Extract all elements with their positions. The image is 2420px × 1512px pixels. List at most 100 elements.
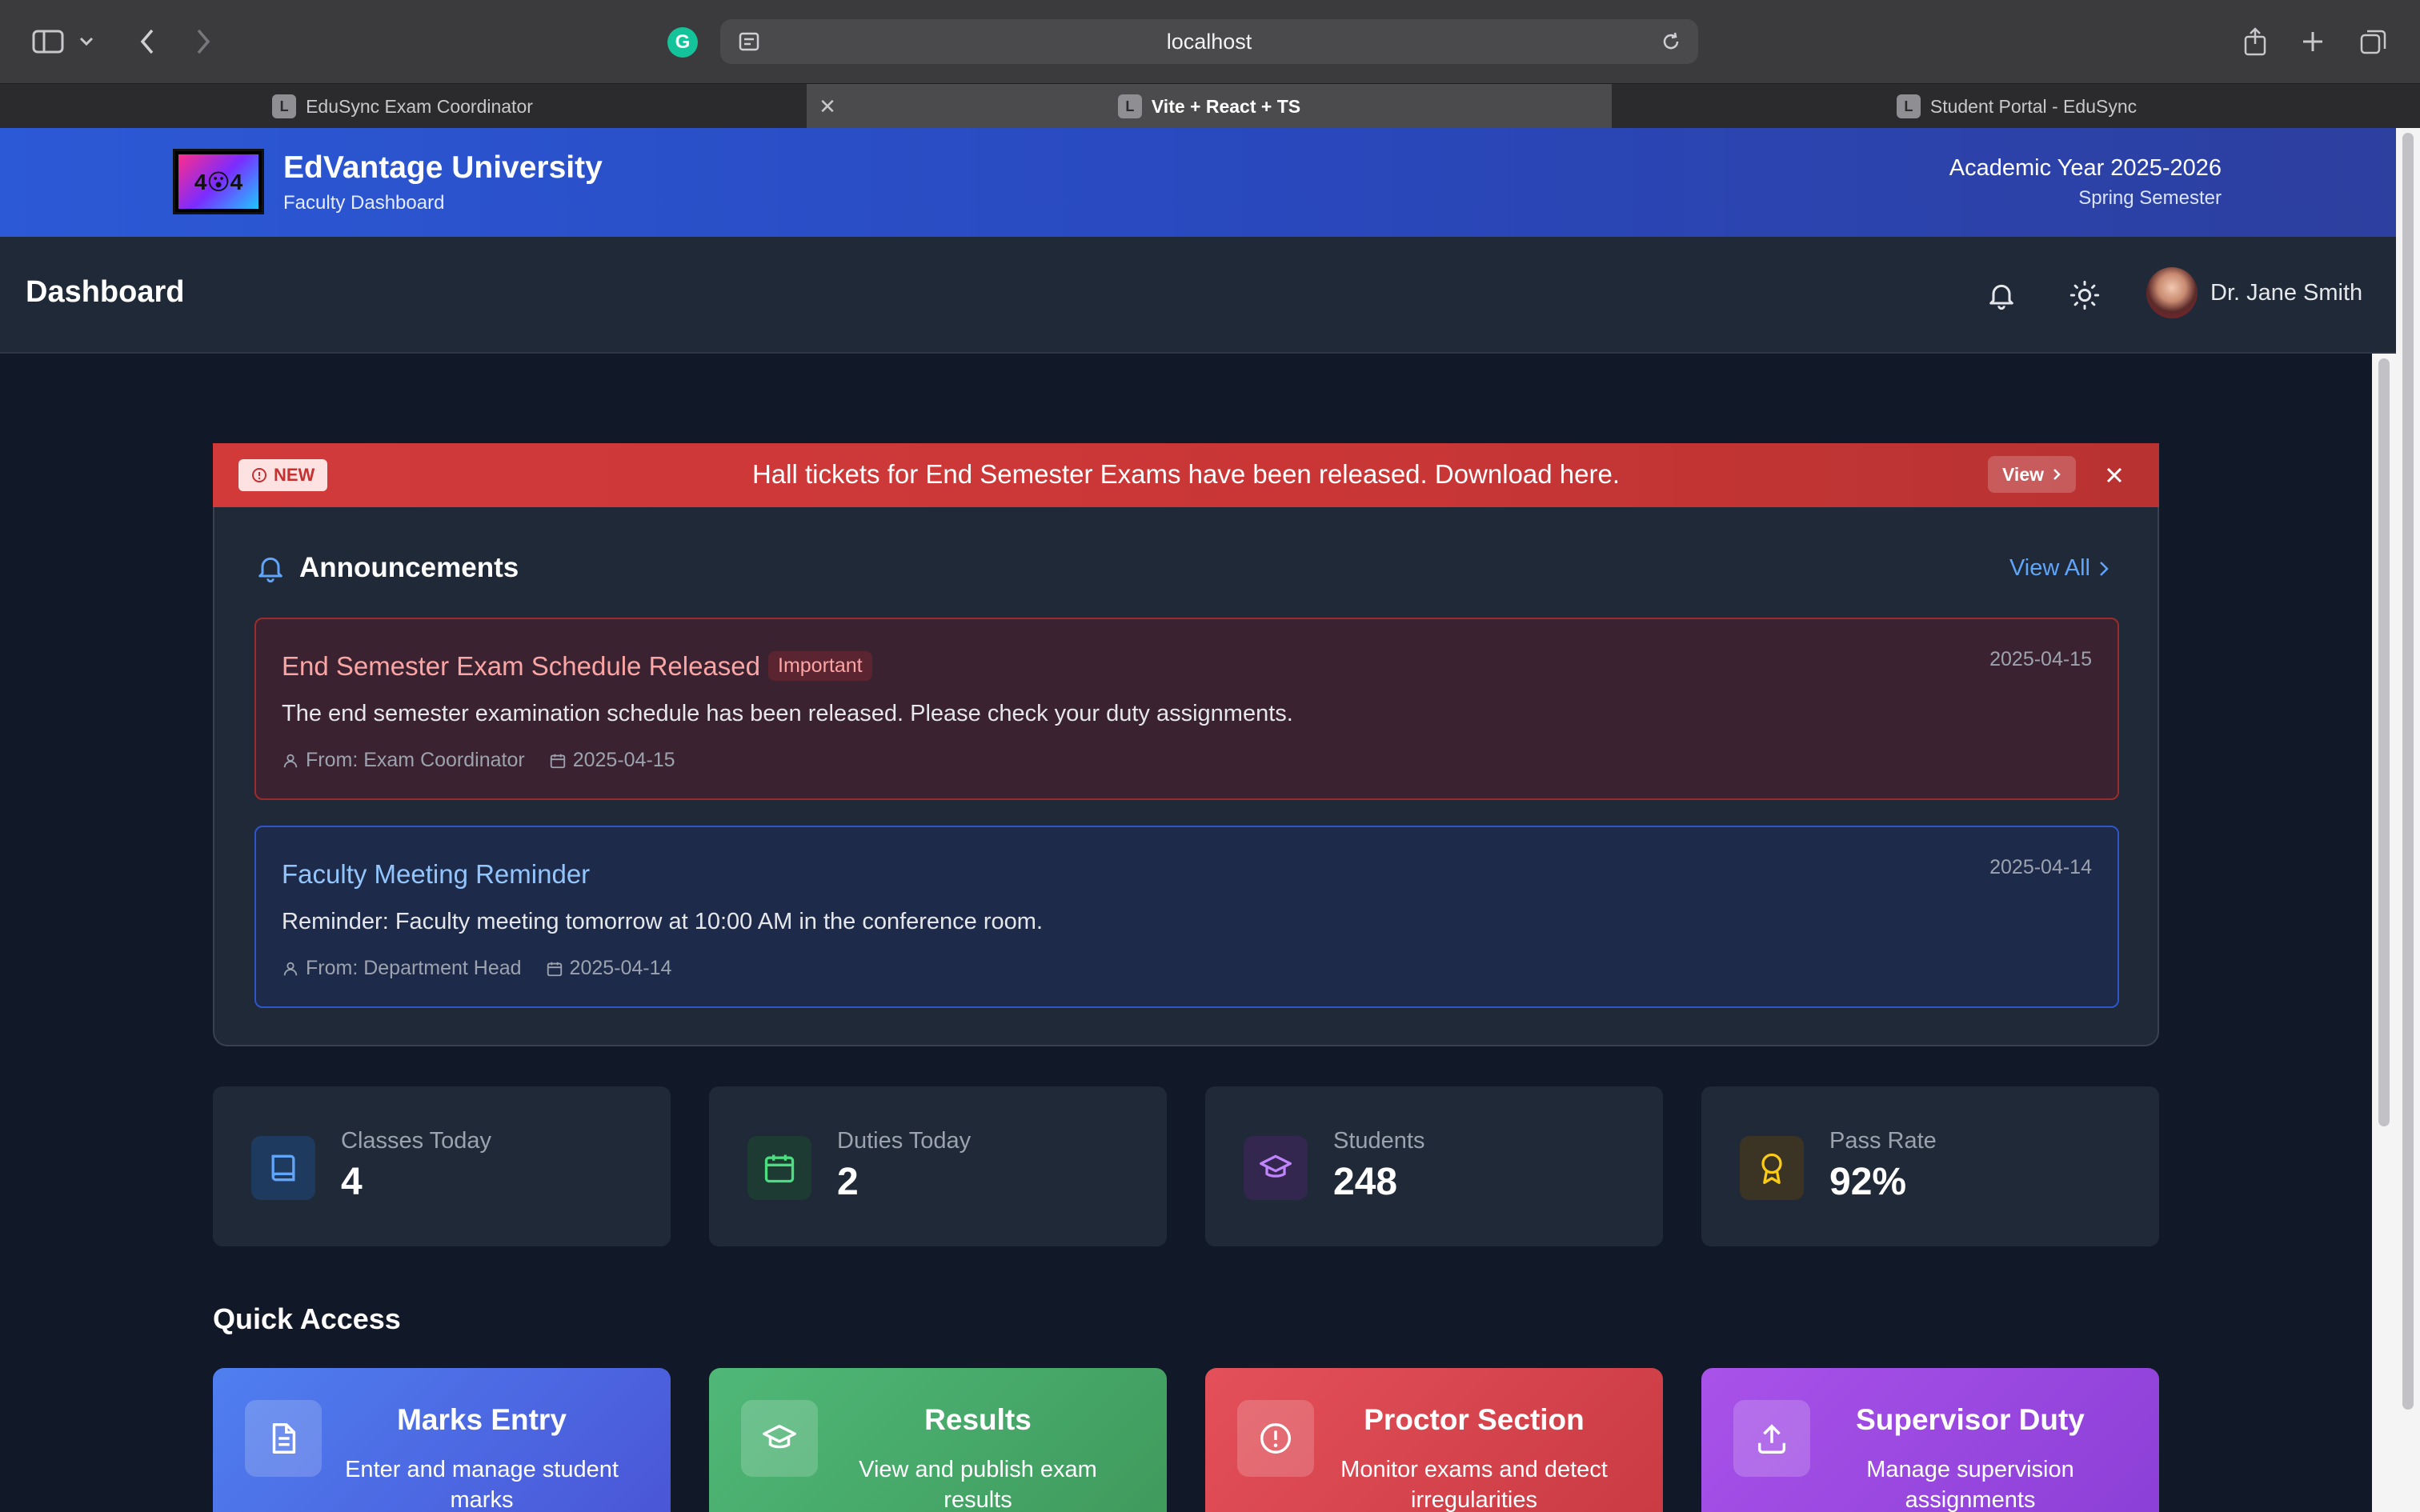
announcement-from: From: Department Head: [306, 957, 522, 979]
new-tab-icon[interactable]: [2295, 24, 2330, 59]
view-all-link[interactable]: View All: [2009, 555, 2109, 582]
tab-strip: L EduSync Exam Coordinator L Vite + Reac…: [0, 83, 2420, 129]
stat-label: Classes Today: [341, 1128, 492, 1154]
announcement-title: Faculty Meeting Reminder: [282, 859, 591, 889]
announcement-meta: From: Exam Coordinator 2025-04-15: [282, 749, 675, 772]
stat-card-pass-rate: Pass Rate 92%: [1701, 1086, 2159, 1246]
close-icon[interactable]: [2097, 458, 2132, 493]
portal-subtitle: Faculty Dashboard: [283, 192, 445, 214]
announcement-from: From: Exam Coordinator: [306, 749, 525, 771]
page-title: Dashboard: [26, 275, 185, 309]
announcement-card[interactable]: Faculty Meeting Reminder 2025-04-14 Remi…: [254, 826, 2119, 1008]
view-all-label: View All: [2009, 555, 2090, 581]
stat-value: 2: [837, 1161, 859, 1203]
quick-access-desc: Monitor exams and detect irregularities: [1340, 1457, 1608, 1512]
new-badge: NEW: [238, 459, 328, 491]
stat-label: Pass Rate: [1829, 1128, 1937, 1154]
avatar[interactable]: [2146, 267, 2198, 318]
stat-card-students: Students 248: [1205, 1086, 1663, 1246]
announcement-date: 2025-04-14: [1989, 856, 2092, 878]
quick-access-results[interactable]: Results View and publish exam results: [709, 1368, 1167, 1512]
announcement-card[interactable]: End Semester Exam Schedule Released Impo…: [254, 618, 2119, 800]
tab-close-icon[interactable]: ✕: [816, 94, 839, 118]
quick-access-desc: Manage supervision assignments: [1866, 1457, 2074, 1512]
tab-label: EduSync Exam Coordinator: [306, 95, 533, 117]
quick-access-proctor-section[interactable]: Proctor Section Monitor exams and detect…: [1205, 1368, 1663, 1512]
quick-access-title: Supervisor Duty: [1856, 1403, 2085, 1436]
tab-label: Student Portal - EduSync: [1929, 95, 2138, 117]
stat-value: 92%: [1829, 1161, 1907, 1203]
user-icon: [283, 754, 298, 767]
logo-image: 4😮4: [178, 154, 258, 209]
site-settings-icon[interactable]: [738, 30, 760, 58]
announcement-title: End Semester Exam Schedule Released: [282, 651, 760, 681]
calendar-icon: [547, 962, 562, 976]
grammarly-extension-icon[interactable]: G: [667, 27, 698, 58]
stat-value: 248: [1333, 1161, 1398, 1203]
page-scrollbar-thumb[interactable]: [2402, 133, 2414, 1410]
important-badge: Important: [768, 651, 872, 681]
address-bar[interactable]: localhost: [720, 19, 1698, 64]
chevron-right-icon: [2100, 561, 2109, 576]
notifications-bell-icon[interactable]: [1980, 274, 2023, 317]
graduation-cap-icon: [1244, 1136, 1308, 1200]
stat-value: 4: [341, 1161, 363, 1203]
user-name[interactable]: Dr. Jane Smith: [2210, 280, 2362, 306]
user-icon: [283, 962, 298, 975]
back-icon[interactable]: [130, 24, 165, 59]
quick-access-marks-entry[interactable]: Marks Entry Enter and manage student mar…: [213, 1368, 671, 1512]
announcement-meta-date: 2025-04-14: [569, 957, 672, 979]
browser-toolbar: G localhost: [0, 0, 2420, 83]
app-header: 4😮4 EdVantage University Faculty Dashboa…: [0, 128, 2396, 237]
stat-label: Students: [1333, 1128, 1425, 1154]
tab-student-portal[interactable]: L Student Portal - EduSync: [1613, 84, 2420, 129]
quick-access-title: Results: [924, 1403, 1032, 1436]
calendar-icon: [747, 1136, 811, 1200]
announcement-body: The end semester examination schedule ha…: [282, 701, 1293, 726]
quick-access-desc: View and publish exam results: [859, 1457, 1097, 1512]
chevron-right-icon: [2053, 469, 2061, 480]
announcements-panel: Announcements View All End Semester Exam…: [213, 507, 2159, 1046]
bell-icon: [254, 552, 286, 588]
alert-view-button[interactable]: View: [1988, 456, 2076, 493]
semester-label: Spring Semester: [2078, 187, 2222, 209]
alert-view-label: View: [2002, 463, 2044, 485]
quick-access-title: Proctor Section: [1364, 1403, 1585, 1436]
content-scrollbar-thumb[interactable]: [2378, 358, 2390, 1126]
quick-access-title: Marks Entry: [397, 1403, 567, 1436]
stat-card-duties-today: Duties Today 2: [709, 1086, 1167, 1246]
stat-label: Duties Today: [837, 1128, 972, 1154]
university-name: EdVantage University: [283, 150, 603, 185]
tab-favicon: L: [1117, 94, 1142, 118]
award-icon: [1740, 1136, 1804, 1200]
tab-overview-icon[interactable]: [2356, 24, 2391, 59]
tab-favicon: L: [272, 94, 297, 118]
announcement-meta-date: 2025-04-15: [572, 749, 675, 771]
university-logo: 4😮4: [173, 149, 264, 214]
book-icon: [251, 1136, 315, 1200]
alert-message[interactable]: Hall tickets for End Semester Exams have…: [213, 459, 2159, 490]
reload-icon[interactable]: [1660, 30, 1682, 58]
quick-access-desc: Enter and manage student marks: [345, 1457, 619, 1512]
sidebar-toggle-icon[interactable]: [30, 24, 66, 59]
stat-card-classes-today: Classes Today 4: [213, 1086, 671, 1246]
tab-label: Vite + React + TS: [1151, 95, 1301, 117]
announcement-body: Reminder: Faculty meeting tomorrow at 10…: [282, 909, 1043, 934]
dashboard-topbar: Dashboard Dr. Jane Smith: [0, 237, 2396, 354]
tab-favicon: L: [1896, 94, 1921, 118]
alert-banner: Hall tickets for End Semester Exams have…: [213, 443, 2159, 507]
quick-access-supervisor-duty[interactable]: Supervisor Duty Manage supervision assig…: [1701, 1368, 2159, 1512]
tab-edusync-exam-coordinator[interactable]: L EduSync Exam Coordinator: [0, 84, 805, 129]
announcements-title: Announcements: [299, 552, 519, 583]
chevron-down-icon[interactable]: [77, 24, 96, 59]
quick-access-heading: Quick Access: [213, 1302, 401, 1335]
info-circle-icon: [252, 468, 266, 482]
announcement-meta: From: Department Head 2025-04-14: [282, 957, 671, 980]
tab-vite-react-ts[interactable]: L Vite + React + TS: [807, 84, 1612, 129]
theme-toggle-sun-icon[interactable]: [2063, 274, 2106, 317]
new-badge-label: NEW: [274, 465, 315, 485]
forward-icon[interactable]: [186, 24, 221, 59]
announcement-date: 2025-04-15: [1989, 648, 2092, 670]
share-icon[interactable]: [2238, 24, 2273, 59]
academic-year: Academic Year 2025-2026: [1949, 155, 2222, 181]
